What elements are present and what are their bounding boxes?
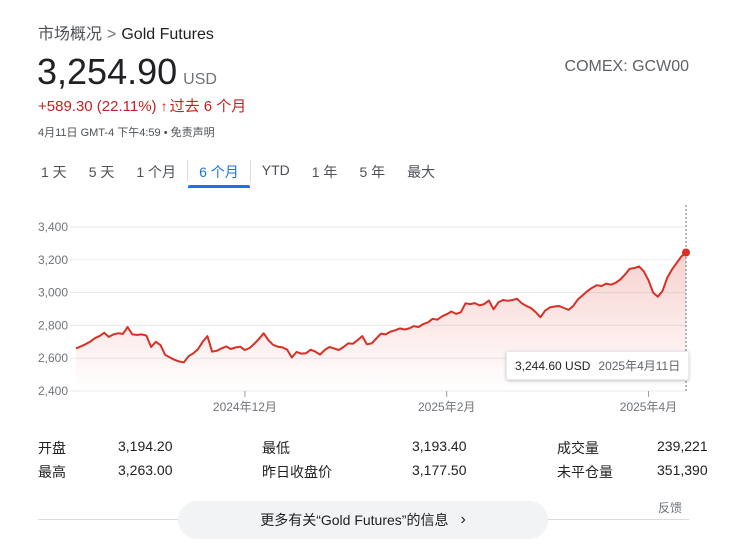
stat-label: 最低: [262, 440, 290, 456]
x-tick-label: 2025年2月: [418, 400, 475, 414]
tab-range-2[interactable]: 1 个月: [125, 156, 187, 192]
stats-row: 开盘 3,194.20 最低 3,193.40 成交量 239,221: [38, 436, 708, 460]
exchange-symbol: COMEX: GCW00: [564, 58, 689, 75]
tooltip-price: 3,244.60 USD: [515, 359, 591, 373]
breadcrumb-current: Gold Futures: [121, 26, 214, 43]
chart-tooltip: 3,244.60 USD 2025年4月11日: [506, 351, 690, 380]
stat-cell: 成交量 239,221: [557, 438, 730, 458]
price-chart-svg[interactable]: 2,400 2,600 2,800 3,000 3,200 3,400 2024年12月 20…: [0, 205, 730, 425]
stat-cell: 最高 3,263.00: [38, 462, 173, 482]
stat-value: 3,193.40: [412, 438, 467, 454]
price-chart[interactable]: 2,400 2,600 2,800 3,000 3,200 3,400 2024年12月 20…: [0, 205, 730, 425]
y-tick-label: 3,000: [38, 286, 68, 300]
y-tick-label: 3,400: [38, 220, 68, 234]
tab-range-3[interactable]: 6 个月: [188, 156, 250, 192]
y-tick-label: 2,600: [38, 351, 68, 365]
stat-label: 昨日收盘价: [262, 464, 332, 480]
stat-value: 351,390: [657, 462, 708, 478]
stat-value: 239,221: [657, 438, 708, 454]
x-tick-label: 2024年12月: [213, 400, 277, 414]
y-tick-label: 3,200: [38, 253, 68, 267]
stat-cell: 未平仓量 351,390: [557, 462, 730, 482]
arrow-up-icon: ↑: [160, 98, 168, 114]
tab-range-0[interactable]: 1 天: [30, 156, 78, 192]
breadcrumb-separator: >: [107, 26, 117, 43]
tab-range-6[interactable]: 5 年: [348, 156, 396, 192]
stat-label: 最高: [38, 464, 66, 480]
y-tick-label: 2,400: [38, 384, 68, 398]
feedback-link[interactable]: 反馈: [658, 499, 682, 516]
change-value: +589.30 (22.11%): [38, 98, 157, 115]
tooltip-date: 2025年4月11日: [598, 359, 681, 373]
tab-range-4[interactable]: YTD: [251, 156, 301, 192]
stat-label: 开盘: [38, 440, 66, 456]
price-change: +589.30 (22.11%) ↑ 过去 6 个月: [38, 95, 246, 116]
stat-label: 未平仓量: [557, 464, 613, 480]
tab-range-7[interactable]: 最大: [396, 156, 446, 192]
more-about-button[interactable]: 更多有关“Gold Futures”的信息 ›: [178, 501, 548, 539]
quote-timestamp[interactable]: 4月11日 GMT-4 下午4:59 • 免责声明: [38, 124, 215, 140]
stats-row: 最高 3,263.00 昨日收盘价 3,177.50 未平仓量 351,390: [38, 460, 708, 484]
breadcrumb-market-overview[interactable]: 市场概况: [38, 26, 102, 43]
stats-table: 开盘 3,194.20 最低 3,193.40 成交量 239,221 最高 3,263.00…: [38, 436, 708, 484]
stat-cell: 最低 3,193.40: [262, 438, 467, 458]
more-about-label: 更多有关“Gold Futures”的信息: [260, 512, 449, 528]
stat-cell: 开盘 3,194.20: [38, 438, 173, 458]
stat-value: 3,177.50: [412, 462, 467, 478]
change-period: 过去 6 个月: [169, 98, 247, 115]
currency-label: USD: [183, 71, 217, 88]
breadcrumb: 市场概况 > Gold Futures: [38, 20, 214, 44]
x-tick-label: 2025年4月: [620, 400, 677, 414]
y-tick-label: 2,800: [38, 318, 68, 332]
stat-label: 成交量: [557, 440, 599, 456]
range-tabs: 1 天5 天1 个月 6 个月 YTD 1 年5 年最大: [30, 156, 446, 192]
price-row: 3,254.90 USD: [37, 51, 217, 93]
chevron-right-icon: ›: [460, 511, 466, 528]
stat-cell: 昨日收盘价 3,177.50: [262, 462, 467, 482]
last-point-marker: [682, 248, 690, 257]
tab-range-5[interactable]: 1 年: [301, 156, 349, 192]
stat-value: 3,194.20: [118, 438, 173, 454]
tab-range-1[interactable]: 5 天: [78, 156, 126, 192]
stat-value: 3,263.00: [118, 462, 173, 478]
current-price: 3,254.90: [37, 51, 178, 92]
